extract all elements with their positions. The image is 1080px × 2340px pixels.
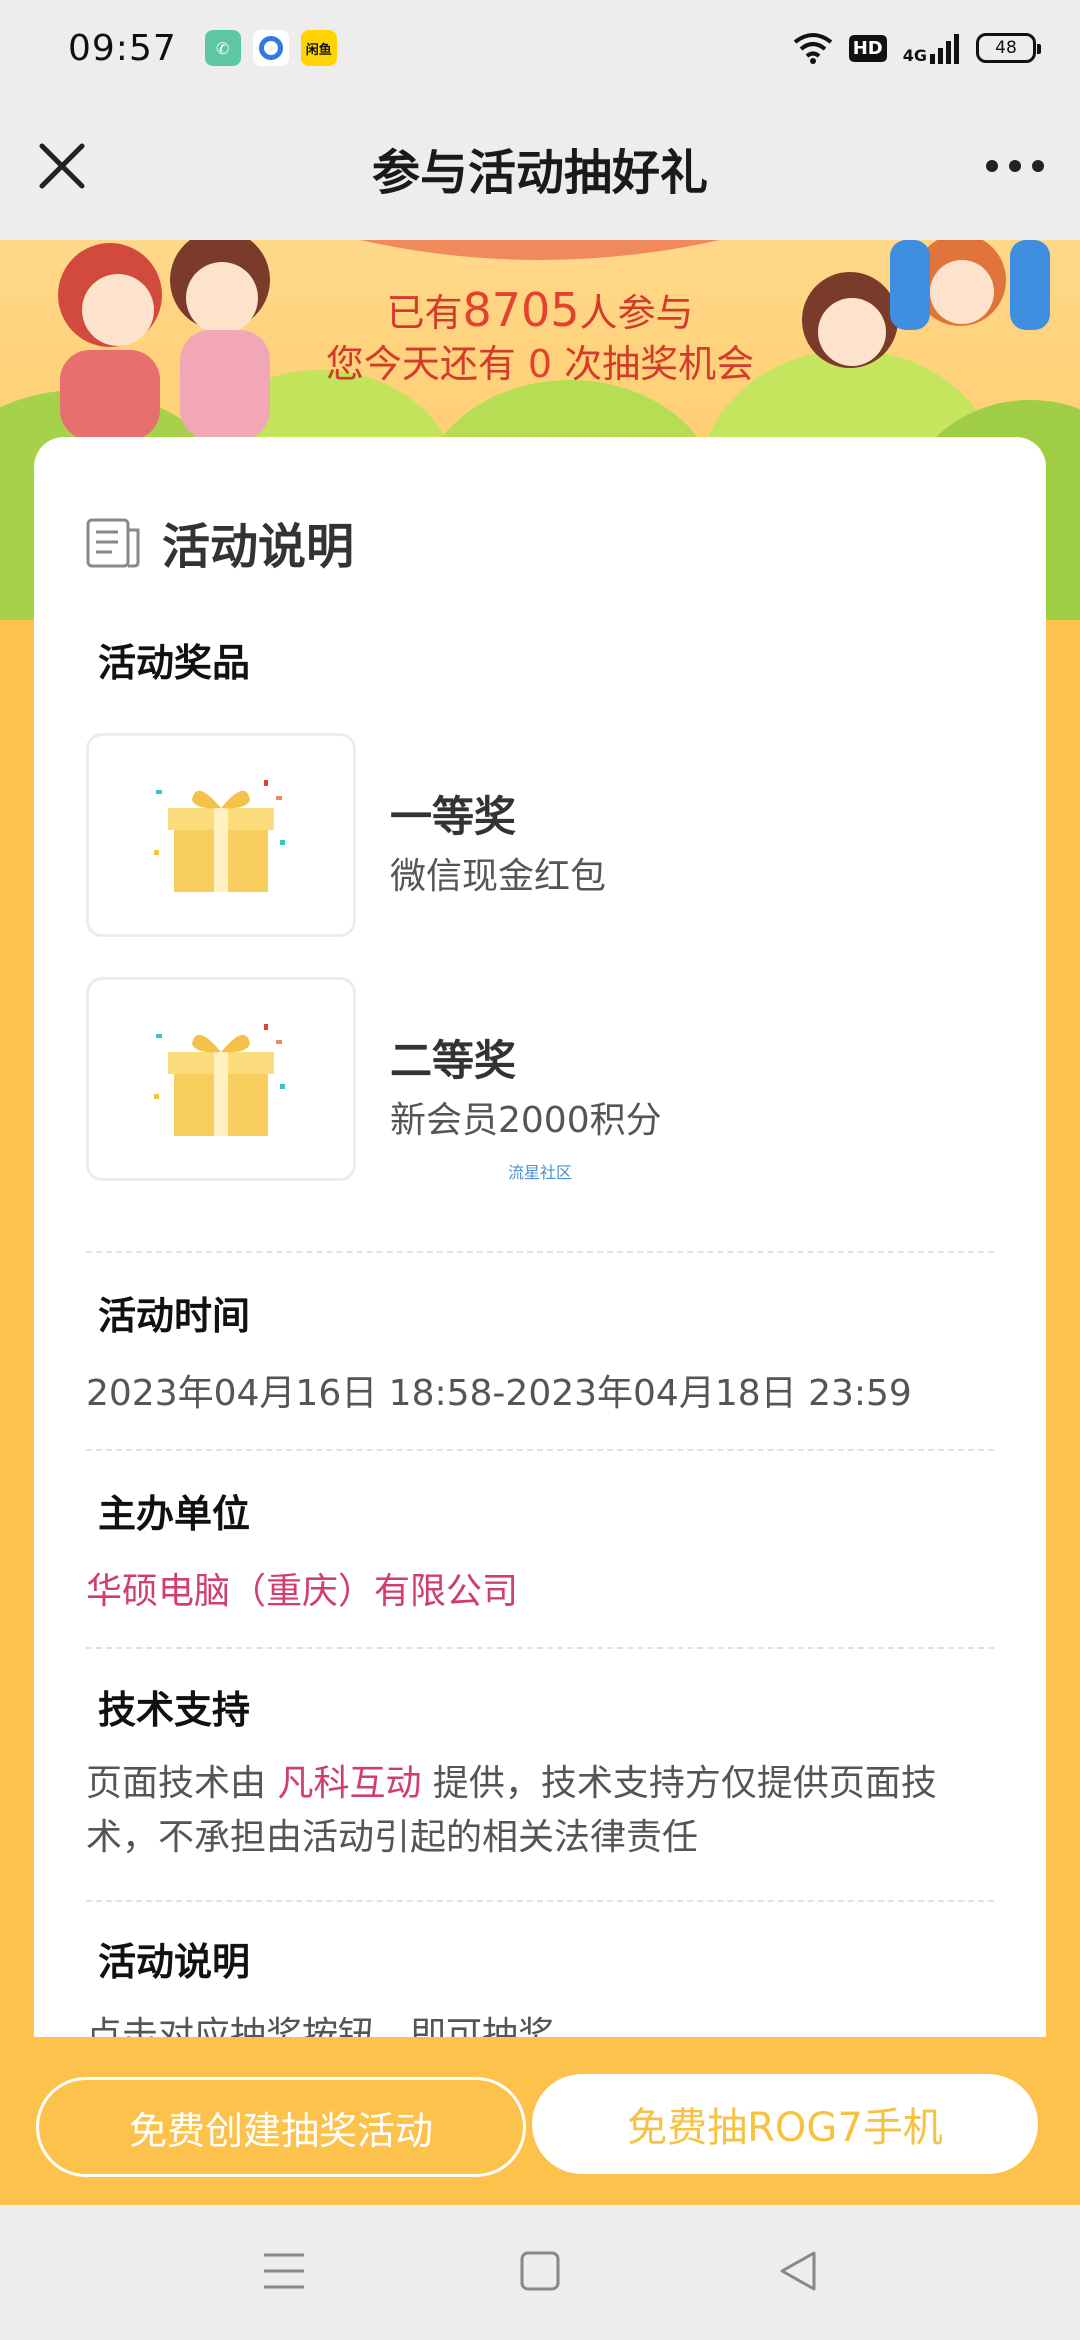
prize-2-desc: 新会员2000积分: [390, 1100, 662, 1141]
page-title: 参与活动抽好礼: [371, 145, 708, 201]
prize-image-1: [86, 733, 356, 937]
prize-1-rank: 一等奖: [390, 792, 517, 841]
wifi-icon: [793, 33, 832, 64]
notification-icons: ✆ 闲鱼: [204, 30, 337, 66]
signal-icon: [930, 34, 959, 64]
system-navigation-bar: [0, 2205, 1080, 2340]
support-text: 页面技术由 凡科互动 提供，技术支持方仅提供页面技术，不承担由活动引起的相关法律…: [86, 1763, 937, 1858]
description-section-label: 活动说明: [84, 1931, 265, 1996]
divider: [86, 1900, 994, 1902]
organizer-section-label: 主办单位: [84, 1483, 265, 1548]
remaining-chances-count: 0: [527, 342, 553, 386]
top-nav-bar: 参与活动抽好礼: [0, 96, 1080, 240]
watermark-text: 流星社区: [508, 1163, 573, 1182]
prize-image-2: [86, 977, 356, 1181]
participants-text: 已有8705人参与: [386, 283, 694, 337]
xianyu-app-icon: 闲鱼: [300, 30, 337, 66]
gift-box-icon: [154, 780, 285, 892]
status-bar: 09:57 ✆ 闲鱼 HD 4G 48: [0, 0, 1080, 96]
divider: [86, 1449, 994, 1451]
document-icon: [86, 518, 140, 568]
activity-time-value: 2023年04月16日 18:58-2023年04月18日 23:59: [86, 1373, 912, 1414]
divider: [86, 1251, 994, 1253]
card-title: 活动说明: [162, 519, 355, 575]
browser-app-icon: [252, 30, 289, 66]
remaining-chances-text: 您今天还有 0 次抽奖机会: [325, 342, 755, 386]
time-section-label: 活动时间: [84, 1285, 265, 1350]
home-icon[interactable]: [520, 2251, 560, 2291]
network-type: 4G: [902, 46, 927, 65]
support-section-label: 技术支持: [84, 1679, 265, 1744]
gift-box-icon: [154, 1024, 285, 1136]
prize-2-rank: 二等奖: [390, 1036, 517, 1085]
hd-badge: HD: [848, 34, 887, 62]
prize-1-desc: 微信现金红包: [390, 856, 607, 897]
organizer-value: 华硕电脑（重庆）有限公司: [86, 1571, 519, 1612]
free-draw-button[interactable]: 免费抽ROG7手机: [532, 2074, 1038, 2174]
divider: [86, 1647, 994, 1649]
close-icon[interactable]: [34, 138, 90, 194]
status-time: 09:57: [68, 27, 177, 69]
more-options-icon[interactable]: [986, 160, 1044, 172]
menu-icon[interactable]: [262, 2251, 306, 2291]
battery-icon: 48: [976, 33, 1041, 63]
support-company-link[interactable]: 凡科互动: [277, 1763, 421, 1804]
back-icon[interactable]: [778, 2249, 818, 2293]
phone-app-icon: ✆: [204, 30, 241, 66]
create-lottery-button[interactable]: 免费创建抽奖活动: [36, 2077, 526, 2177]
description-text: 点击对应抽奖按钮，即可抽奖: [86, 2015, 555, 2037]
activity-info-card: 活动说明 活动奖品 一等奖 微信现金红包 二等奖 新会员2000积分 流星社区 …: [34, 437, 1046, 2037]
participants-count: 8705: [462, 283, 580, 337]
bottom-action-bar: 免费创建抽奖活动 免费抽ROG7手机: [0, 2037, 1080, 2205]
prizes-section-label: 活动奖品: [84, 632, 265, 697]
